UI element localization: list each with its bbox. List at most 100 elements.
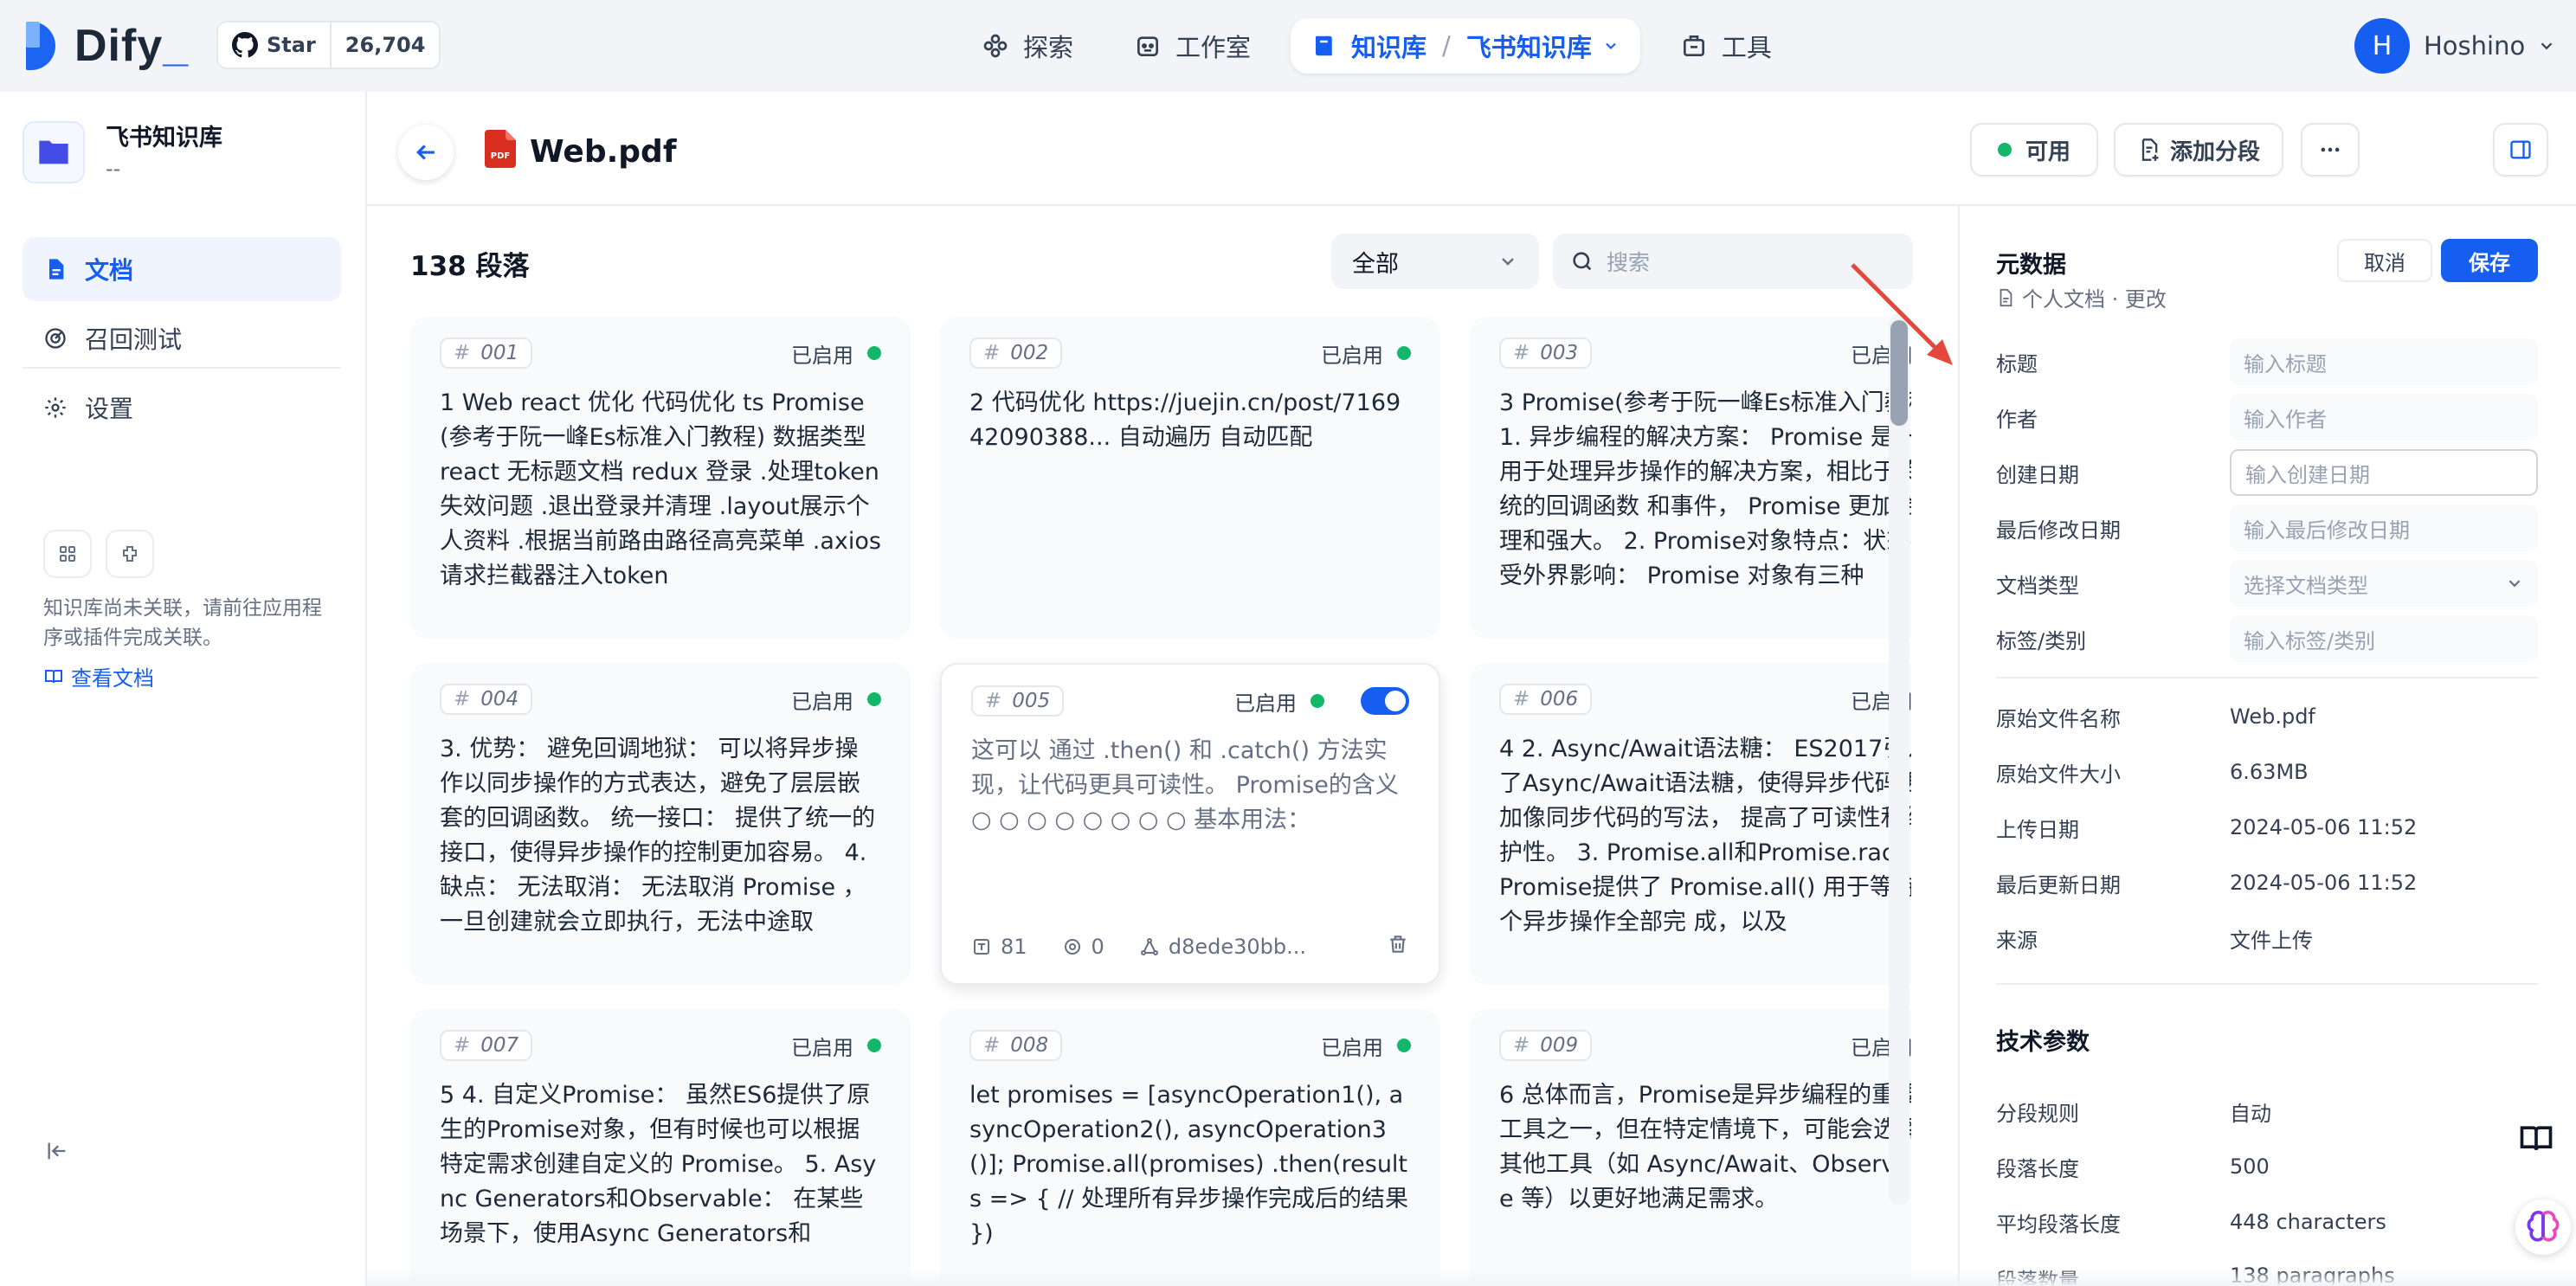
title-input[interactable]: 输入标题 xyxy=(2230,338,2538,385)
segment-card[interactable]: #001 已启用 1 Web react 优化 代码优化 ts Promise(参… xyxy=(410,317,911,639)
arrow-left-icon xyxy=(416,145,435,160)
dify-logo[interactable]: Dify_ xyxy=(26,21,189,71)
sidebar-item-retrieval-test[interactable]: 召回测试 xyxy=(23,306,341,370)
robot-icon xyxy=(1137,36,1159,56)
text-size-icon xyxy=(974,939,989,955)
enabled-dot xyxy=(1311,694,1324,708)
brand-suffix: _ xyxy=(163,21,190,71)
meta-field-title: 标题 输入标题 xyxy=(1996,338,2538,386)
segment-card[interactable]: #004 已启用 3. 优势： 避免回调地狱： 可以将异步操作以同步操作的方式表达… xyxy=(410,663,911,985)
segment-meta: 81 0 d8ede30bb... xyxy=(971,933,1409,961)
sidebar-item-documents[interactable]: 文档 xyxy=(23,237,341,301)
author-input[interactable]: 输入作者 xyxy=(2230,394,2538,440)
created-date-input[interactable]: 输入创建日期 xyxy=(2230,449,2538,496)
docs-floating-icon[interactable] xyxy=(2517,1120,2555,1164)
hit-count: 0 xyxy=(1091,935,1104,959)
search-icon xyxy=(1573,252,1592,271)
sidebar-menu: 文档 召回测试 设置 xyxy=(23,237,341,445)
top-nav: Dify_ Star 26,704 探索 工作室 知识库 / 飞书知识库 工具 xyxy=(0,0,2576,92)
collapse-sidebar-icon[interactable] xyxy=(45,1139,69,1169)
info-upload-date: 上传日期 2024-05-06 11:52 xyxy=(1996,815,2418,842)
avatar: H xyxy=(2354,18,2410,74)
nav-tools[interactable]: 工具 xyxy=(1659,18,1793,74)
segment-number: #004 xyxy=(440,684,533,715)
doc-type-select[interactable]: 选择文档类型 xyxy=(2230,560,2538,607)
user-name: Hoshino xyxy=(2424,31,2526,61)
segment-card[interactable]: #002 已启用 2 代码优化 https://juejin.cn/post/71… xyxy=(940,317,1440,639)
sidebar-app-icons xyxy=(43,530,168,578)
apps-grid-icon[interactable] xyxy=(43,530,92,578)
status-available-button[interactable]: 可用 xyxy=(1970,123,2098,177)
sidebar-divider xyxy=(23,367,341,369)
segment-content: 6 总体而言，Promise是异步编程的重要工具之一，但在特定情境下，可能会选择… xyxy=(1499,1082,1911,1212)
kb-unlinked-note: 知识库尚未关联，请前往应用程序或插件完成关联。 xyxy=(43,597,322,649)
segment-card[interactable]: #006 已启用 4 2. Async/Await语法糖： ES2017引入了As… xyxy=(1470,663,1911,985)
book-open-icon xyxy=(45,669,62,683)
meta-field-tags: 标签/类别 输入标签/类别 xyxy=(1996,614,2538,663)
target-icon xyxy=(45,328,66,349)
file-icon xyxy=(2000,288,2012,306)
segment-content: 1 Web react 优化 代码优化 ts Promise(参考于阮一峰Es标… xyxy=(440,389,881,589)
meta-field-doc-type: 文档类型 选择文档类型 xyxy=(1996,559,2538,608)
kb-name: 飞书知识库 xyxy=(106,125,222,151)
star-label: Star xyxy=(267,33,316,57)
folder-icon xyxy=(23,121,85,183)
assistant-brain-icon[interactable] xyxy=(2515,1199,2571,1255)
current-kb-selector[interactable]: 飞书知识库 xyxy=(1466,28,1592,64)
chevron-down-icon xyxy=(2541,42,2553,50)
segment-content: let promises = [asyncOperation1(), async… xyxy=(969,1082,1409,1247)
segment-card[interactable]: #008 已启用 let promises = [asyncOperation1(… xyxy=(940,1009,1440,1286)
modified-date-input[interactable]: 输入最后修改日期 xyxy=(2230,505,2538,551)
more-options-button[interactable] xyxy=(2301,123,2360,177)
meta-field-author: 作者 输入作者 xyxy=(1996,393,2538,441)
document-title: Web.pdf xyxy=(530,134,677,170)
enabled-dot xyxy=(1397,346,1411,360)
delete-segment-icon[interactable] xyxy=(1387,933,1409,961)
more-horizontal-icon xyxy=(2321,147,2340,152)
tags-input[interactable]: 输入标签/类别 xyxy=(2230,615,2538,662)
info-source: 来源 文件上传 xyxy=(1996,928,2313,953)
enabled-dot xyxy=(867,346,881,360)
nav-knowledge[interactable]: 知识库 / 飞书知识库 xyxy=(1291,18,1640,74)
chevron-down-icon xyxy=(1606,42,1616,49)
github-icon xyxy=(232,32,258,58)
save-button[interactable]: 保存 xyxy=(2441,239,2538,282)
segment-card-hovered[interactable]: #005 已启用 这可以 通过 .then() 和 .catch() 方法实现，让… xyxy=(940,663,1440,985)
sidebar-item-settings[interactable]: 设置 xyxy=(23,376,341,440)
view-docs-link[interactable]: 查看文档 xyxy=(43,661,154,691)
toolbox-icon xyxy=(1683,35,1704,56)
info-original-name: 原始文件名称 Web.pdf xyxy=(1996,704,2315,731)
github-star-button[interactable]: Star 26,704 xyxy=(216,21,441,69)
chevron-down-icon xyxy=(2508,580,2521,588)
kb-header: 飞书知识库 -- xyxy=(23,121,222,183)
info-last-updated: 最后更新日期 2024-05-06 11:52 xyxy=(1996,871,2418,897)
add-segment-button[interactable]: 添加分段 xyxy=(2114,123,2283,177)
segment-card[interactable]: #009 已启用 6 总体而言，Promise是异步编程的重要工具之一，但在特定情… xyxy=(1470,1009,1911,1286)
enabled-dot xyxy=(1397,1038,1411,1052)
cancel-button[interactable]: 取消 xyxy=(2337,239,2432,282)
segment-scrollbar-track[interactable] xyxy=(1889,313,1909,1205)
sidebar-right-icon xyxy=(2510,140,2531,159)
segment-number: #009 xyxy=(1499,1030,1593,1061)
metadata-subtitle[interactable]: 个人文档 · 更改 xyxy=(1996,282,2167,312)
enabled-dot xyxy=(867,1038,881,1052)
nav-separator: / xyxy=(1442,31,1451,61)
segment-number: #005 xyxy=(971,685,1065,717)
segment-content: 2 代码优化 https://juejin.cn/post/7169420903… xyxy=(969,389,1401,451)
nav-studio[interactable]: 工作室 xyxy=(1113,18,1272,74)
nav-explore[interactable]: 探索 xyxy=(961,18,1094,74)
segment-card[interactable]: #007 已启用 5 4. 自定义Promise： 虽然ES6提供了原生的Prom… xyxy=(410,1009,911,1286)
back-button[interactable] xyxy=(398,125,454,180)
segment-content: 这可以 通过 .then() 和 .catch() 方法实现，让代码更具可读性。… xyxy=(971,737,1399,833)
segment-filter-select[interactable]: 全部 xyxy=(1331,234,1539,289)
segment-enable-toggle[interactable] xyxy=(1361,687,1409,715)
segment-number: #007 xyxy=(440,1030,533,1061)
kb-description: -- xyxy=(106,157,121,181)
segment-hash: d8ede30bb... xyxy=(1168,935,1306,959)
toggle-panel-button[interactable] xyxy=(2493,123,2548,177)
status-dot xyxy=(1997,143,2012,157)
star-count: 26,704 xyxy=(345,33,426,57)
plugin-icon[interactable] xyxy=(106,530,154,578)
user-menu[interactable]: H Hoshino xyxy=(2354,17,2556,74)
segment-content: 5 4. 自定义Promise： 虽然ES6提供了原生的Promise对象，但有… xyxy=(440,1082,877,1247)
